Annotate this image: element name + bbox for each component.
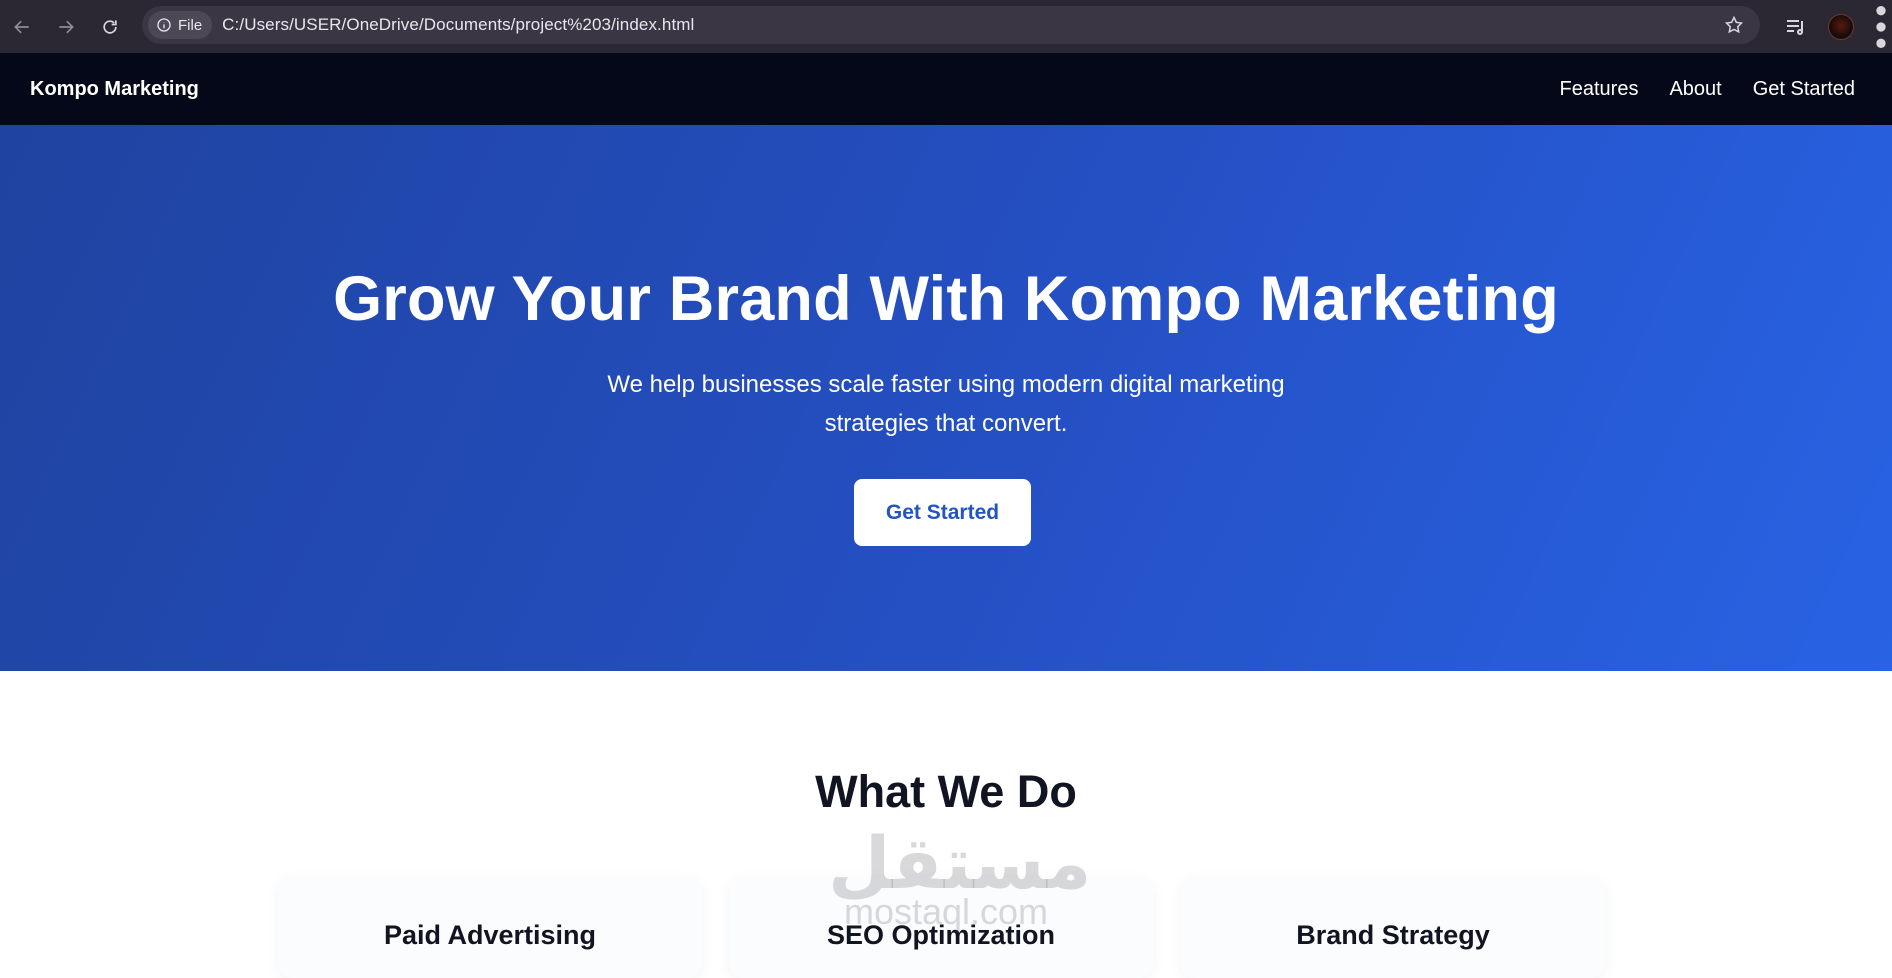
service-card-brand-strategy: Brand Strategy <box>1181 878 1605 978</box>
kebab-menu-icon <box>1876 5 1886 48</box>
reading-list-button[interactable] <box>1784 15 1808 39</box>
nav-link-about[interactable]: About <box>1669 78 1721 101</box>
url-text[interactable]: C:/Users/USER/OneDrive/Documents/project… <box>222 15 694 35</box>
hero-section: Grow Your Brand With Kompo Marketing We … <box>0 125 1892 671</box>
nav-links: Features About Get Started <box>1560 78 1855 101</box>
service-card-title: Paid Advertising <box>383 920 597 950</box>
forward-arrow-icon <box>59 20 74 33</box>
kebab-menu-button[interactable] <box>1874 5 1888 48</box>
site-info-chip[interactable]: File <box>148 11 213 39</box>
toolbar-right-group <box>1784 0 1892 53</box>
site-navbar: Kompo Marketing Features About Get Start… <box>0 53 1892 125</box>
reload-button[interactable] <box>95 12 125 42</box>
profile-avatar[interactable] <box>1828 13 1854 40</box>
nav-link-features[interactable]: Features <box>1560 78 1639 101</box>
service-card-paid-advertising: Paid Advertising <box>278 878 702 978</box>
services-title: What We Do <box>815 766 1077 817</box>
get-started-button[interactable]: Get Started <box>854 479 1031 546</box>
star-icon[interactable] <box>1724 15 1744 35</box>
hero-title: Grow Your Brand With Kompo Marketing <box>333 264 1559 334</box>
nav-link-get-started[interactable]: Get Started <box>1753 78 1855 101</box>
back-button[interactable] <box>7 12 37 42</box>
back-arrow-icon <box>14 20 29 33</box>
service-card-title: SEO Optimization <box>826 920 1055 950</box>
hero-subtitle: We help businesses scale faster using mo… <box>607 371 1285 437</box>
address-bar[interactable]: File C:/Users/USER/OneDrive/Documents/pr… <box>142 6 1760 44</box>
service-card-seo-optimization: SEO Optimization <box>729 878 1153 978</box>
brand-logo-text[interactable]: Kompo Marketing <box>30 78 199 101</box>
reading-list-icon <box>1787 19 1803 35</box>
browser-toolbar: File C:/Users/USER/OneDrive/Documents/pr… <box>0 0 1892 53</box>
service-card-title: Brand Strategy <box>1296 920 1490 950</box>
reload-icon <box>103 19 117 34</box>
site-chip-label: File <box>178 16 203 34</box>
info-icon <box>157 18 171 32</box>
forward-button[interactable] <box>51 12 81 42</box>
